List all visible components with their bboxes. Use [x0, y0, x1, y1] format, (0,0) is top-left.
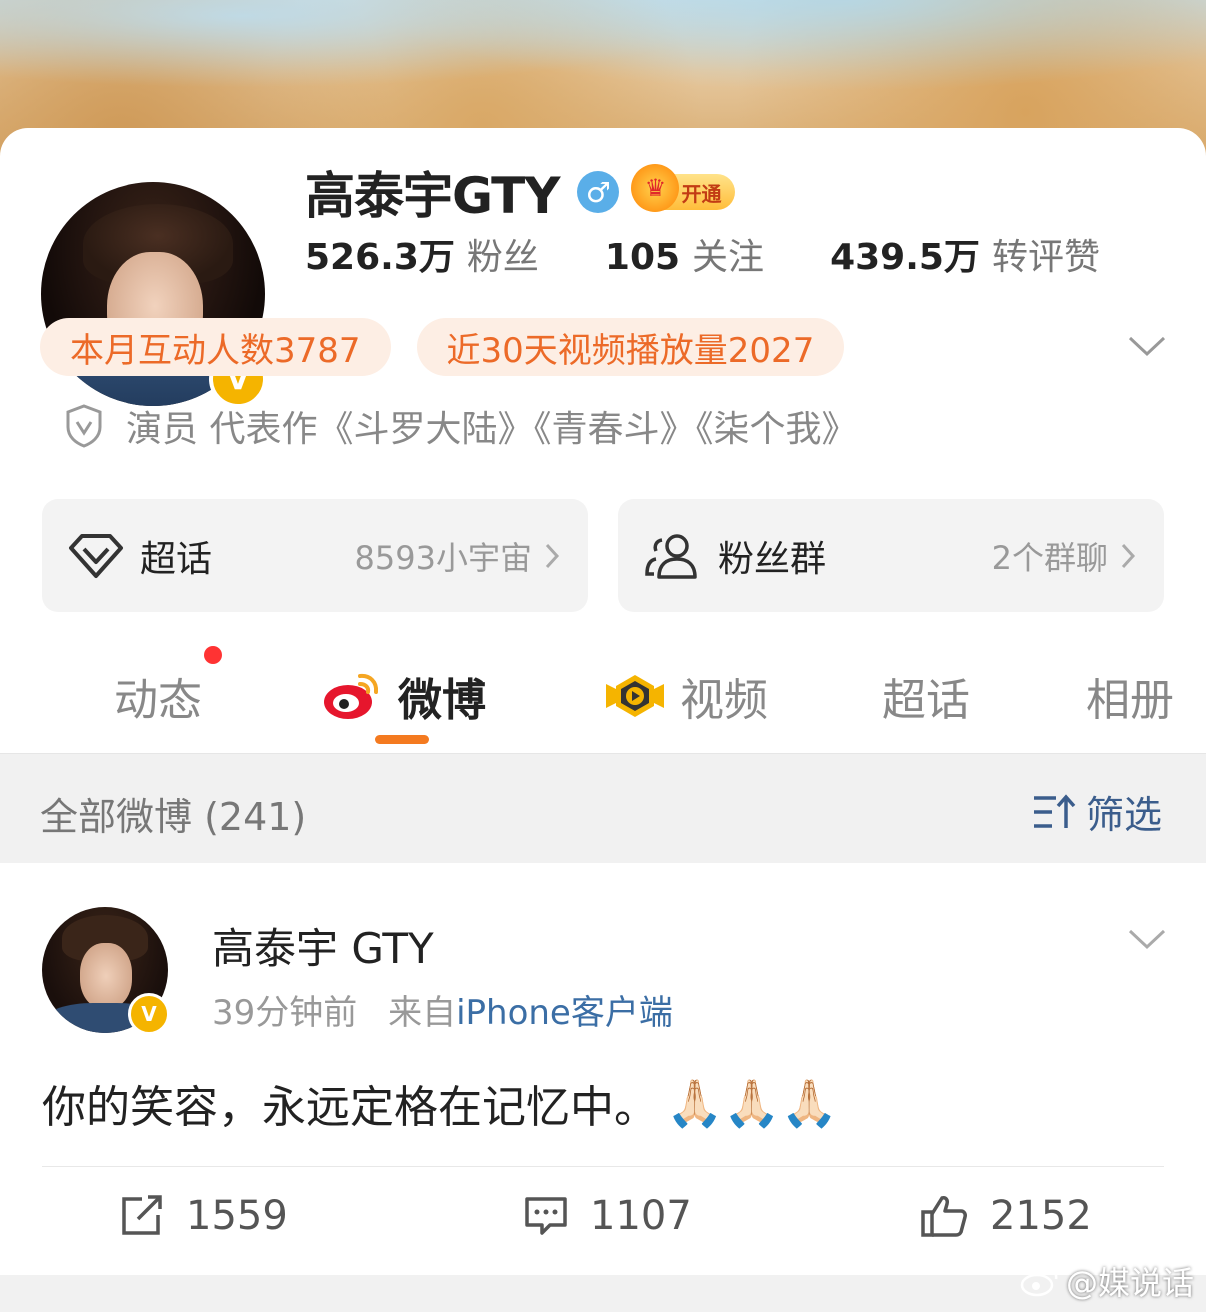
thumbs-up-icon: [921, 1196, 967, 1237]
tab-dynamic[interactable]: 动态: [114, 664, 202, 728]
profile-highlight-pills: 本月互动人数3787 近30天视频播放量2027: [40, 318, 870, 376]
male-icon: ♂: [577, 171, 620, 213]
stat-interactions[interactable]: 439.5万 转评赞: [830, 228, 1100, 280]
verification-info: 演员 代表作《斗罗大陆》《青春斗》《柒个我》: [64, 400, 857, 452]
tab-label: 动态: [114, 675, 202, 726]
comment-icon: [525, 1197, 567, 1235]
fan-group-title: 粉丝群: [718, 538, 827, 580]
verified-v-icon: V: [128, 993, 170, 1035]
vip-open-button[interactable]: ♛ 开通: [631, 164, 736, 212]
stat-label: 关注: [692, 237, 765, 278]
diamond-icon: [69, 533, 123, 578]
tab-label: 微博: [398, 675, 486, 726]
verification-text: 演员 代表作《斗罗大陆》《青春斗》《柒个我》: [126, 409, 858, 450]
profile-stats: 526.3万 粉丝 105 关注 439.5万 转评赞: [305, 228, 1100, 280]
post-time: 39分钟前: [212, 993, 358, 1033]
weibo-watermark-icon: [1020, 1266, 1058, 1297]
shield-v-icon: [66, 404, 102, 448]
stat-number: 526.3万: [305, 237, 455, 278]
all-posts-count: 全部微博 (241): [40, 795, 307, 839]
avatar-face-shape: [80, 943, 132, 1009]
fan-group-entry[interactable]: 粉丝群 2个群聊: [618, 499, 1164, 612]
divider: [42, 1166, 1164, 1167]
chevron-down-icon[interactable]: [1126, 923, 1168, 953]
repost-button[interactable]: 1559: [120, 1193, 288, 1239]
profile-card: V 高泰宇GTY ♂ ♛ 开通 526.3万 粉丝 105 关注 439.5万 …: [0, 128, 1206, 753]
chevron-down-icon[interactable]: [1126, 330, 1168, 360]
chevron-right-icon: [545, 543, 560, 568]
profile-name: 高泰宇GTY: [305, 167, 560, 225]
active-tab-indicator: [375, 735, 429, 744]
post-actions: 1559 1107 2152: [0, 1193, 1206, 1253]
repost-count: 1559: [186, 1193, 288, 1239]
crown-icon: ♛: [631, 164, 680, 212]
stat-number: 105: [604, 237, 681, 278]
weibo-logo-icon: [324, 673, 379, 719]
filter-sort-icon: [1033, 793, 1076, 828]
unread-dot-icon: [204, 646, 222, 664]
supertopic-count: 8593小宇宙: [355, 533, 560, 579]
comment-count: 1107: [590, 1193, 692, 1239]
pill-video-plays[interactable]: 近30天视频播放量2027: [416, 318, 845, 376]
vip-open-label: 开通: [681, 181, 722, 206]
praying-hands-emoji: 🙏🏻🙏🏻🙏🏻: [666, 1075, 838, 1130]
stat-followers[interactable]: 526.3万 粉丝: [305, 228, 539, 280]
post-author-name[interactable]: 高泰宇 GTY: [212, 915, 434, 976]
supertopic-entry[interactable]: 超话 8593小宇宙: [42, 499, 588, 612]
chevron-right-icon: [1121, 543, 1136, 568]
tab-label: 超话: [882, 675, 970, 726]
comment-button[interactable]: 1107: [524, 1193, 692, 1239]
watermark: @媒说话: [1020, 1258, 1194, 1304]
weibo-post: V 高泰宇 GTY 39分钟前 来自iPhone客户端 你的笑容，永远定格在记忆…: [0, 863, 1206, 1312]
video-play-icon: [606, 675, 664, 717]
filter-label: 筛选: [1085, 793, 1162, 837]
stat-label: 转评赞: [991, 237, 1100, 278]
stat-label: 粉丝: [466, 237, 539, 278]
post-text: 你的笑容，永远定格在记忆中。: [42, 1082, 658, 1133]
pill-monthly-interactions[interactable]: 本月互动人数3787: [40, 318, 391, 376]
repost-icon: [122, 1195, 162, 1235]
stat-number: 439.5万: [830, 237, 980, 278]
post-source-link[interactable]: iPhone客户端: [456, 993, 673, 1033]
fan-group-count: 2个群聊: [992, 533, 1136, 579]
fan-group-count-text: 2个群聊: [991, 538, 1108, 577]
like-button[interactable]: 2152: [920, 1193, 1092, 1239]
watermark-text: @媒说话: [1065, 1264, 1194, 1302]
group-icon: [645, 533, 697, 579]
profile-tabs: 动态 微博 视频 超话 相册: [0, 646, 1206, 746]
tab-label: 相册: [1086, 675, 1174, 726]
tab-video[interactable]: 视频: [604, 664, 768, 728]
feed-filter-bar: 全部微博 (241) 筛选: [0, 753, 1206, 864]
entry-boxes: 超话 8593小宇宙 粉丝群 2个群聊: [42, 499, 1164, 612]
stat-following[interactable]: 105 关注: [605, 228, 764, 280]
profile-name-row: 高泰宇GTY ♂ ♛ 开通: [305, 156, 736, 228]
tab-label: 视频: [680, 675, 768, 726]
like-count: 2152: [990, 1193, 1092, 1239]
filter-button[interactable]: 筛选: [1032, 784, 1162, 839]
supertopic-count-text: 8593小宇宙: [354, 538, 532, 577]
tab-album[interactable]: 相册: [1086, 664, 1174, 728]
post-meta: 39分钟前 来自iPhone客户端: [212, 985, 673, 1034]
tab-weibo[interactable]: 微博: [322, 664, 486, 728]
supertopic-title: 超话: [140, 538, 213, 580]
post-source-prefix: 来自: [388, 993, 457, 1033]
tab-supertopic[interactable]: 超话: [882, 664, 970, 728]
post-content: 你的笑容，永远定格在记忆中。 🙏🏻🙏🏻🙏🏻: [42, 1071, 838, 1135]
